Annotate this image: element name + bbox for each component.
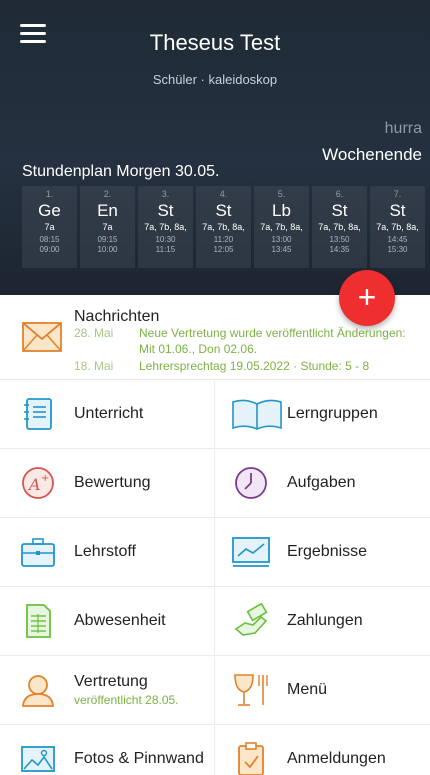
period-number: 7.: [393, 189, 402, 199]
tile-lehrstoff[interactable]: Lehrstoff: [0, 519, 215, 587]
period-cell[interactable]: 5. Lb 7a, 7b, 8a, 13:00 13:45: [254, 186, 309, 268]
period-number: 1.: [45, 189, 54, 199]
tile-menu[interactable]: Menü: [215, 657, 430, 725]
period-number: 5.: [277, 189, 286, 199]
period-time: 13:50 14:35: [329, 235, 350, 254]
period-subject: En: [97, 201, 118, 220]
tile-fotos[interactable]: Fotos & Pinnwand: [0, 726, 215, 775]
period-time: 10:30 11:15: [155, 235, 176, 254]
tile-lerngruppen[interactable]: Lerngruppen: [215, 381, 430, 449]
period-number: 6.: [335, 189, 344, 199]
tile-vertretung[interactable]: Vertretung veröffentlicht 28.05.: [0, 657, 215, 725]
period-subject: Lb: [272, 201, 291, 220]
tile-sublabel: veröffentlicht 28.05.: [74, 693, 179, 707]
news-item[interactable]: 28. Mai Neue Vertretung wurde veröffentli…: [74, 326, 406, 340]
period-time: 09:15 10:00: [97, 235, 118, 254]
tile-label: Aufgaben: [287, 474, 356, 491]
news-date: 18. Mai: [74, 359, 114, 373]
tile-label: Unterricht: [74, 405, 144, 422]
period-subject: St: [331, 201, 348, 220]
period-subject: Ge: [38, 201, 61, 220]
svg-text:+: +: [41, 473, 49, 484]
period-cell[interactable]: 2. En 7a 09:15 10:00: [80, 186, 135, 268]
tile-bewertung[interactable]: A + Bewertung: [0, 450, 215, 518]
period-number: 4.: [219, 189, 228, 199]
tile-aufgaben[interactable]: Aufgaben: [215, 450, 430, 518]
period-cell[interactable]: 4. St 7a, 7b, 8a, 11:20 12:05: [196, 186, 251, 268]
news-text: Mit 01.06., Don 02.06.: [139, 342, 258, 356]
tile-label: Bewertung: [74, 474, 151, 491]
period-classes: 7a, 7b, 8a,: [202, 222, 245, 232]
period-time: 11:20 12:05: [213, 235, 234, 254]
period-time: 14:45 15:30: [387, 235, 408, 254]
news-date: 28. Mai: [74, 326, 114, 340]
period-classes: 7a, 7b, 8a,: [318, 222, 361, 232]
news-text: Neue Vertretung wurde veröffentlicht Änd…: [139, 326, 406, 340]
period-cell[interactable]: 7. St 7a, 7b, 8a, 14:45 15:30: [370, 186, 425, 268]
tile-label: Abwesenheit: [74, 612, 166, 629]
period-subject: St: [389, 201, 406, 220]
app-subtitle: Schüler · kaleidoskop: [152, 72, 278, 87]
period-number: 2.: [103, 189, 112, 199]
hand-payment-icon: [234, 603, 268, 636]
tile-zahlungen[interactable]: Zahlungen: [215, 588, 430, 656]
app-header: Theseus Test Schüler · kaleidoskop hurra…: [0, 0, 430, 295]
news-item[interactable]: 18. Mai Lehrersprechtag 19.05.2022 · Stun…: [74, 359, 369, 373]
schedule-periods: 1. Ge 7a 08:15 09:00 2. En 7a 09:15 10:00 …: [22, 186, 430, 268]
period-cell[interactable]: 3. St 7a, 7b, 8a, 10:30 11:15: [138, 186, 193, 268]
photo-icon: [21, 746, 55, 772]
period-subject: St: [157, 201, 174, 220]
tile-label: Lerngruppen: [287, 405, 378, 422]
period-classes: 7a: [102, 222, 113, 232]
envelope-icon: [22, 322, 62, 352]
period-classes: 7a, 7b, 8a,: [260, 222, 303, 232]
tile-abwesenheit[interactable]: Abwesenheit: [0, 588, 215, 656]
news-text: Lehrersprechtag 19.05.2022 · Stunde: 5 -…: [139, 359, 370, 373]
briefcase-icon: [21, 538, 55, 567]
status-text: Wochenende: [322, 145, 422, 164]
person-icon: [22, 675, 54, 707]
period-time: 13:00 13:45: [271, 235, 292, 254]
tile-label: Ergebnisse: [287, 543, 368, 560]
clock-icon: [235, 467, 267, 499]
period-time: 08:15 09:00: [39, 235, 60, 254]
tile-unterricht[interactable]: Unterricht: [0, 381, 215, 449]
add-button[interactable]: +: [339, 270, 395, 326]
greeting-text: hurra: [384, 120, 422, 137]
svg-text:A: A: [27, 475, 41, 494]
tile-label: Zahlungen: [287, 612, 363, 629]
notebook-icon: [24, 398, 52, 430]
checklist-document-icon: [26, 604, 51, 638]
period-classes: 7a, 7b, 8a,: [144, 222, 187, 232]
glass-fork-icon: [234, 674, 268, 706]
tile-label: Anmeldungen: [287, 750, 386, 767]
period-cell[interactable]: 6. St 7a, 7b, 8a, 13:50 14:35: [312, 186, 367, 268]
tile-label: Lehrstoff: [74, 543, 136, 560]
news-title: Nachrichten: [74, 308, 160, 325]
tile-label: Fotos & Pinnwand: [74, 750, 204, 767]
app-title: Theseus Test: [149, 30, 281, 55]
news-item-continued: Mit 01.06., Don 02.06.: [74, 342, 257, 356]
period-classes: 7a: [44, 222, 55, 232]
period-subject: St: [215, 201, 232, 220]
grade-a-plus-icon: A +: [22, 467, 54, 499]
tile-label: Vertretung: [74, 673, 148, 690]
open-book-icon: [232, 399, 282, 430]
period-cell[interactable]: 1. Ge 7a 08:15 09:00: [22, 186, 77, 268]
tile-label: Menü: [287, 681, 328, 698]
chart-board-icon: [232, 537, 270, 567]
period-classes: 7a, 7b, 8a,: [376, 222, 419, 232]
tile-anmeldungen[interactable]: Anmeldungen: [215, 726, 430, 775]
period-number: 3.: [161, 189, 170, 199]
clipboard-check-icon: [238, 742, 264, 775]
schedule-title: Stundenplan Morgen 30.05.: [22, 163, 220, 180]
tile-ergebnisse[interactable]: Ergebnisse: [215, 519, 430, 587]
